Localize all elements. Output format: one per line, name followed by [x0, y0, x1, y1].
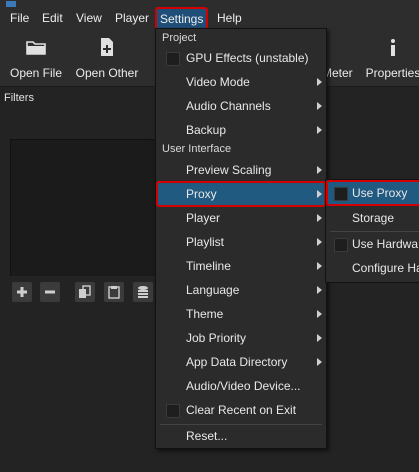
menu-item-label: Player — [186, 211, 221, 225]
menu-item-app-data-directory[interactable]: App Data Directory — [156, 350, 326, 374]
filter-list[interactable] — [10, 139, 161, 276]
menu-item-gpu-effects[interactable]: GPU Effects (unstable) — [156, 46, 326, 70]
menu-item-label: Language — [186, 283, 240, 297]
submenu-item-use-proxy[interactable]: Use Proxy — [326, 180, 419, 206]
use-hardware-checkbox[interactable] — [334, 238, 348, 252]
database-icon — [138, 286, 148, 298]
submenu-arrow-icon — [317, 214, 322, 222]
menu-item-playlist[interactable]: Playlist — [156, 230, 326, 254]
menu-item-backup[interactable]: Backup — [156, 118, 326, 142]
menu-item-label: Timeline — [186, 259, 231, 273]
submenu-item-configure-hardware[interactable]: Configure Ha — [326, 256, 419, 280]
folder-icon — [26, 41, 46, 55]
clear-recent-checkbox[interactable] — [166, 404, 180, 418]
menu-bar: File Edit View Player Settings Help — [0, 7, 419, 31]
menu-item-timeline[interactable]: Timeline — [156, 254, 326, 278]
menu-item-reset[interactable]: Reset... — [156, 424, 326, 448]
menu-item-label: Audio/Video Device... — [186, 379, 301, 393]
submenu-arrow-icon — [317, 238, 322, 246]
menu-item-label: Theme — [186, 307, 224, 321]
proxy-submenu: Use Proxy Storage Use Hardwa Configure H… — [325, 179, 419, 283]
section-user-interface: User Interface — [162, 143, 232, 155]
menu-item-label: GPU Effects (unstable) — [186, 51, 309, 65]
copy-icon — [79, 285, 91, 298]
minus-icon — [45, 290, 55, 294]
menu-item-preview-scaling[interactable]: Preview Scaling — [156, 158, 326, 182]
menu-item-label: Backup — [186, 123, 227, 137]
open-other-label: Open Other — [75, 66, 139, 80]
use-proxy-checkbox[interactable] — [334, 187, 348, 201]
menu-item-job-priority[interactable]: Job Priority — [156, 326, 326, 350]
submenu-item-use-hardware[interactable]: Use Hardwa — [326, 232, 419, 256]
properties-label: Properties — [365, 66, 419, 80]
submenu-item-label: Use Hardwa — [352, 237, 419, 251]
menu-item-clear-recent-on-exit[interactable]: Clear Recent on Exit — [156, 398, 326, 422]
submenu-arrow-icon — [317, 334, 322, 342]
submenu-arrow-icon — [317, 310, 322, 318]
menu-item-audio-video-device[interactable]: Audio/Video Device... — [156, 374, 326, 398]
menu-file[interactable]: File — [10, 10, 29, 26]
paste-filters-button[interactable] — [104, 282, 124, 302]
copy-filters-button[interactable] — [75, 282, 95, 302]
plus-icon — [17, 287, 27, 297]
document-plus-icon — [101, 38, 113, 56]
menu-item-label: Job Priority — [186, 331, 247, 345]
app-icon — [6, 1, 16, 7]
submenu-arrow-icon — [317, 126, 322, 134]
menu-item-player[interactable]: Player — [156, 206, 326, 230]
menu-item-theme[interactable]: Theme — [156, 302, 326, 326]
menu-help[interactable]: Help — [217, 10, 242, 26]
menu-item-label: Clear Recent on Exit — [186, 403, 297, 417]
section-project: Project — [162, 32, 197, 44]
submenu-arrow-icon — [317, 358, 322, 366]
submenu-item-label: Storage — [352, 211, 395, 225]
menu-item-label: Proxy — [186, 187, 217, 201]
menu-item-proxy[interactable]: Proxy — [156, 181, 326, 207]
submenu-item-storage[interactable]: Storage — [326, 206, 419, 230]
submenu-item-label: Configure Ha — [352, 261, 419, 275]
menu-item-label: Playlist — [186, 235, 225, 249]
settings-menu: Project GPU Effects (unstable) Video Mod… — [155, 28, 327, 449]
add-filter-button[interactable] — [12, 282, 32, 302]
submenu-arrow-icon — [317, 78, 322, 86]
gpu-effects-checkbox[interactable] — [166, 52, 180, 66]
menu-item-label: Audio Channels — [186, 99, 271, 113]
menu-edit[interactable]: Edit — [42, 10, 63, 26]
submenu-arrow-icon — [317, 286, 322, 294]
info-icon — [391, 39, 395, 56]
meter-label: Meter — [322, 66, 353, 80]
menu-item-label: Video Mode — [186, 75, 250, 89]
menu-view[interactable]: View — [76, 10, 102, 26]
submenu-arrow-icon — [317, 190, 322, 198]
properties-button[interactable]: Properties — [362, 28, 419, 86]
menu-item-label: Preview Scaling — [186, 163, 272, 177]
clipboard-icon — [108, 286, 120, 299]
menu-item-label: App Data Directory — [186, 355, 288, 369]
title-bar — [0, 0, 419, 8]
remove-filter-button[interactable] — [40, 282, 60, 302]
submenu-item-label: Use Proxy — [352, 186, 408, 200]
save-preset-button[interactable] — [133, 282, 153, 302]
menu-player[interactable]: Player — [115, 10, 149, 26]
menu-item-language[interactable]: Language — [156, 278, 326, 302]
menu-item-audio-channels[interactable]: Audio Channels — [156, 94, 326, 118]
menu-item-video-mode[interactable]: Video Mode — [156, 70, 326, 94]
open-file-label: Open File — [9, 66, 63, 80]
submenu-arrow-icon — [317, 262, 322, 270]
open-other-button[interactable]: Open Other — [72, 28, 142, 86]
submenu-arrow-icon — [317, 166, 322, 174]
submenu-arrow-icon — [317, 102, 322, 110]
open-file-button[interactable]: Open File — [6, 28, 66, 86]
filters-title: Filters — [4, 92, 34, 104]
menu-item-label: Reset... — [186, 429, 228, 443]
